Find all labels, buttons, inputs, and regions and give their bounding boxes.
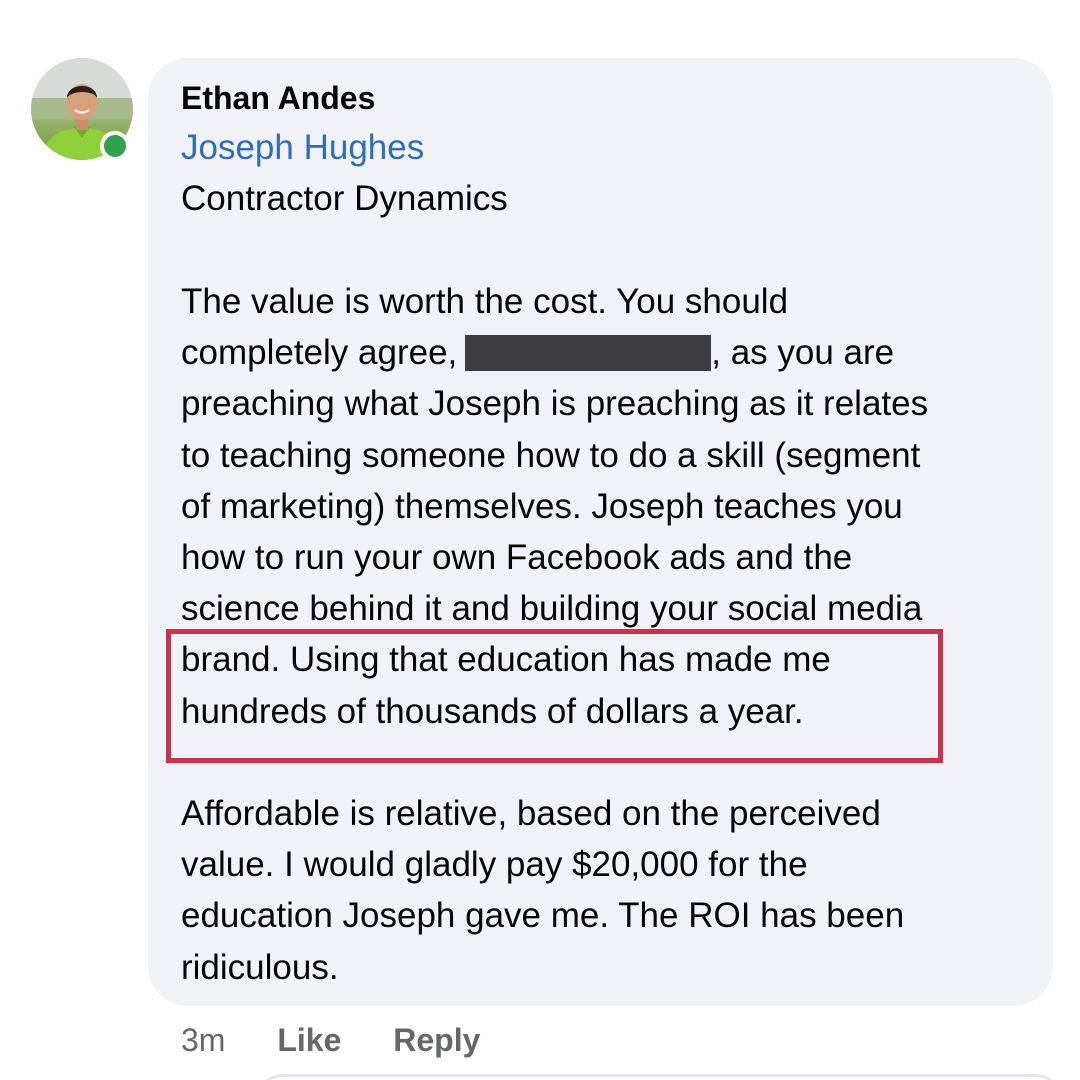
comment-line: value. I would gladly pay $20,000 for th… xyxy=(181,845,808,885)
comment-line: science behind it and building your soci… xyxy=(181,589,923,629)
comment-line: completely agree, , as you are xyxy=(181,327,928,378)
comment-text-segment: , as you are xyxy=(711,333,895,373)
reply-button[interactable]: Reply xyxy=(393,1022,480,1058)
comment-author-name[interactable]: Ethan Andes xyxy=(181,78,375,118)
tagged-user-link[interactable]: Joseph Hughes xyxy=(181,127,424,169)
comment-timestamp[interactable]: 3m xyxy=(181,1022,225,1058)
comment-paragraph-2: Affordable is relative, based on the per… xyxy=(181,788,904,993)
highlight-box xyxy=(166,629,943,763)
comment-line: how to run your own Facebook ads and the xyxy=(181,537,853,577)
comment-line: of marketing) themselves. Joseph teaches… xyxy=(181,486,903,526)
online-status-dot xyxy=(100,131,130,161)
redacted-name-block xyxy=(465,335,712,372)
like-button[interactable]: Like xyxy=(277,1022,341,1058)
next-comment-bubble-edge xyxy=(254,1074,1064,1080)
comment-line: The value is worth the cost. You should xyxy=(181,282,789,321)
comment-actions-bar: 3m Like Reply xyxy=(181,1020,523,1060)
comment-company-line: Contractor Dynamics xyxy=(181,179,508,218)
comment-line: Affordable is relative, based on the per… xyxy=(181,794,881,833)
comment-line: preaching what Joseph is preaching as it… xyxy=(181,384,929,424)
comment-text-segment: completely agree, xyxy=(181,333,458,373)
comment-screenshot: Ethan Andes Joseph Hughes Contractor Dyn… xyxy=(0,0,1080,1080)
comment-line: education Joseph gave me. The ROI has be… xyxy=(181,896,905,936)
comment-line: ridiculous. xyxy=(181,947,339,987)
comment-line: to teaching someone how to do a skill (s… xyxy=(181,435,921,475)
